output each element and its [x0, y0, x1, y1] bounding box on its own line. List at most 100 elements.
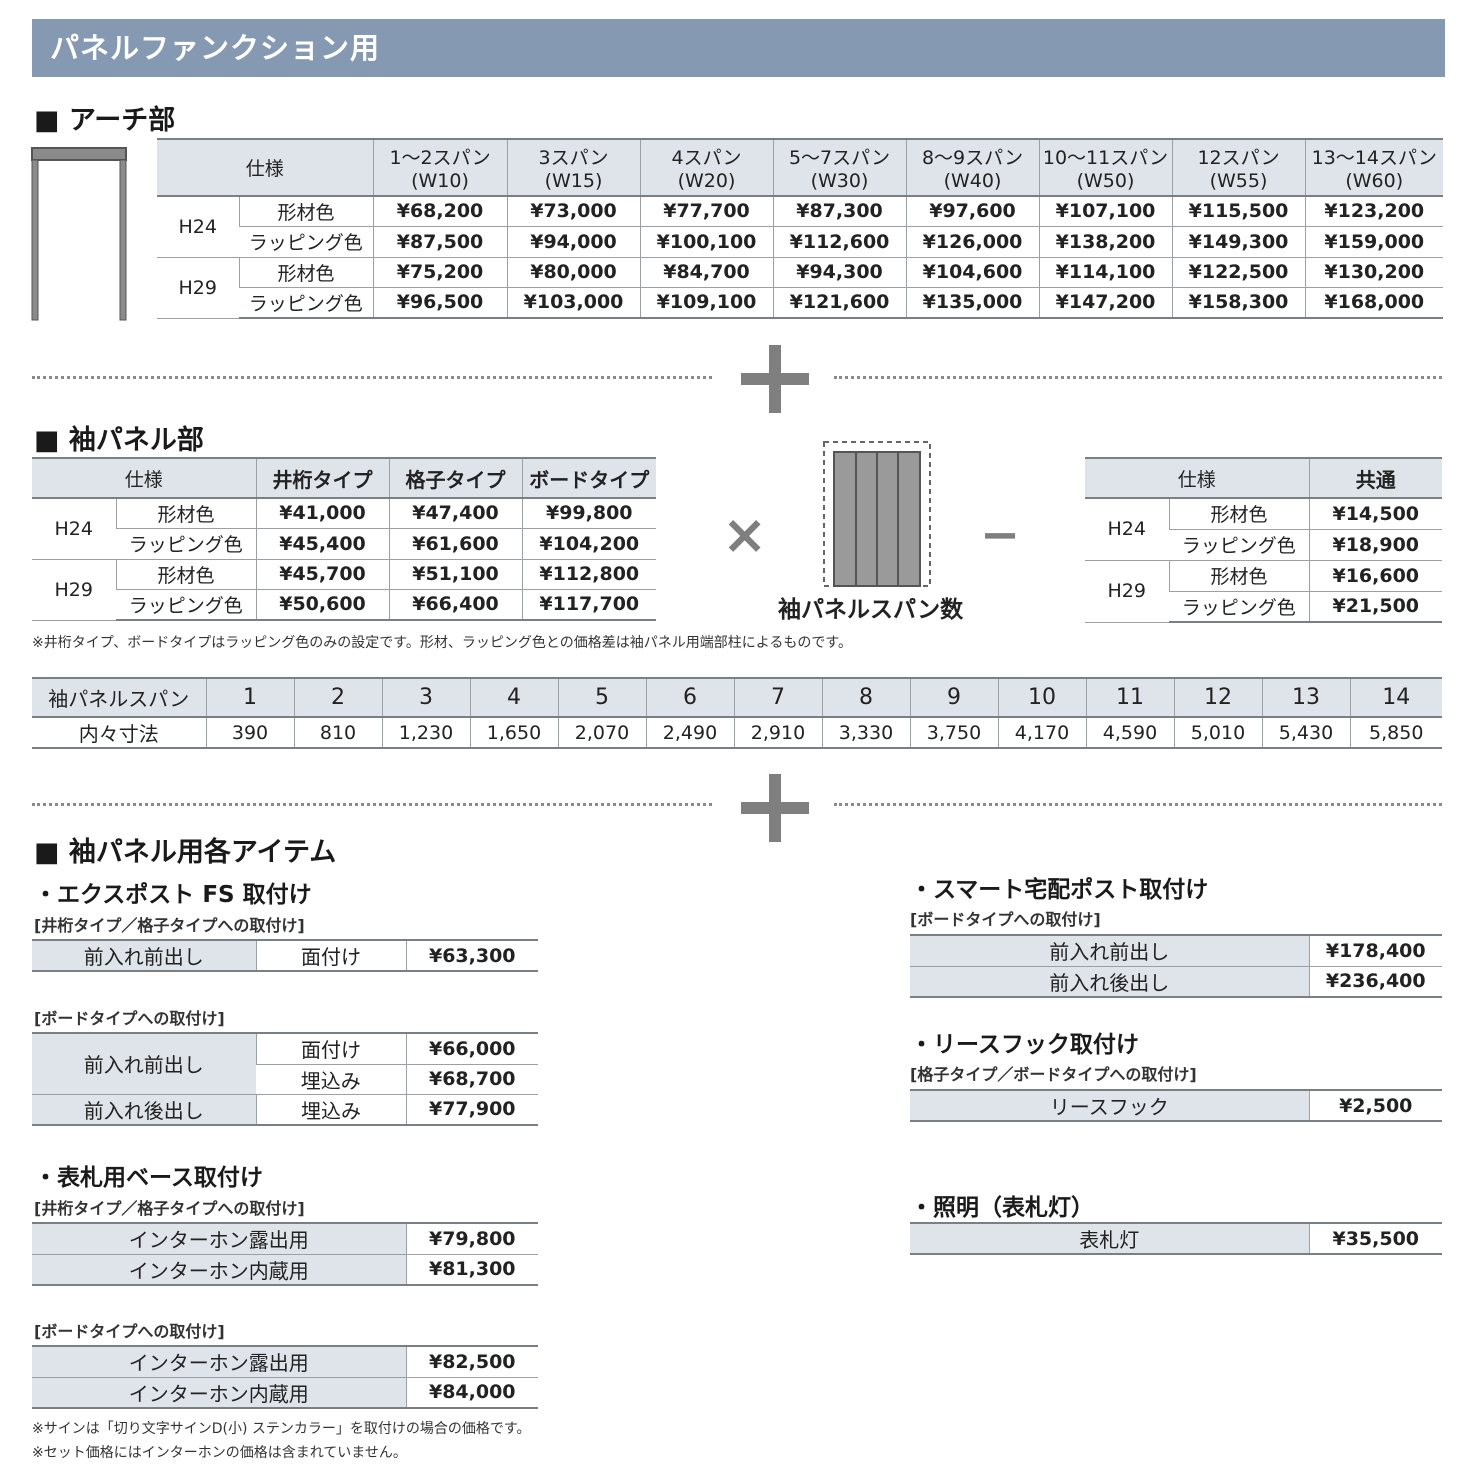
arch-price-cell: ¥96,500 — [372, 287, 508, 319]
sleeve-type-header: 井桁タイプ — [255, 457, 390, 499]
span-number: 1 — [205, 677, 294, 718]
arch-price-cell: ¥135,000 — [905, 287, 1040, 319]
common-color-cell: ラッピング色 — [1169, 529, 1310, 561]
span-number: 5 — [557, 677, 646, 718]
nameplate-type-cell: インターホン内蔵用 — [32, 1377, 406, 1409]
dotted-divider — [834, 803, 1442, 806]
expost-mount-cell: 面付け — [255, 939, 406, 972]
span-number: 7 — [733, 677, 822, 718]
nameplate-title: ・表札用ベース取付け — [34, 1165, 263, 1191]
sleeve-common-table: 仕様 共通 H24 形材色 ¥14,500 ラッピング色 ¥18,900 H29… — [1085, 457, 1443, 623]
span-number: 3 — [381, 677, 470, 718]
sleeve-price-cell: ¥61,600 — [388, 528, 523, 560]
arch-price-cell: ¥77,700 — [639, 196, 774, 227]
arch-span-header: 12スパン (W55) — [1171, 138, 1306, 197]
arch-price-cell: ¥121,600 — [772, 287, 907, 319]
expost-price-cell: ¥77,900 — [405, 1094, 538, 1126]
dotted-divider — [32, 803, 712, 806]
sleeve-price-cell: ¥104,200 — [521, 528, 657, 560]
common-height-cell: H29 — [1085, 560, 1169, 623]
expost-table-2: 前入れ前出し 面付け ¥66,000 埋込み ¥68,700 前入れ後出し 埋込… — [32, 1032, 538, 1126]
common-price-cell: ¥21,500 — [1308, 591, 1443, 623]
arch-price-cell: ¥97,600 — [905, 196, 1040, 227]
wreath-type-cell: リースフック — [910, 1089, 1309, 1122]
sleeve-price-cell: ¥99,800 — [521, 498, 657, 529]
common-price-cell: ¥18,900 — [1308, 529, 1443, 561]
span-number: 2 — [293, 677, 382, 718]
arch-span-header: 8〜9スパン (W40) — [905, 138, 1040, 197]
arch-price-cell: ¥75,200 — [372, 257, 508, 288]
span-number: 13 — [1261, 677, 1350, 718]
arch-span-header: 13〜14スパン (W60) — [1304, 138, 1444, 197]
sleeve-height-cell: H24 — [32, 498, 116, 560]
sleeve-price-cell: ¥47,400 — [388, 498, 523, 529]
arch-price-cell: ¥126,000 — [905, 226, 1040, 258]
nameplate-price-cell: ¥81,300 — [405, 1254, 538, 1286]
span-number: 4 — [469, 677, 558, 718]
sleeve-section-title: ■ 袖パネル部 — [34, 425, 204, 456]
dotted-divider — [32, 376, 712, 379]
expost-mount-cell: 面付け — [255, 1032, 406, 1065]
expost-price-cell: ¥63,300 — [405, 939, 538, 972]
common-header: 共通 — [1308, 457, 1443, 499]
arch-price-cell: ¥94,000 — [506, 226, 641, 258]
expost-title: ・エクスポスト FS 取付け — [34, 882, 312, 908]
nameplate-type-cell: インターホン内蔵用 — [32, 1254, 406, 1286]
sleeve-panel-diagram-icon — [823, 441, 931, 587]
smartpost-price-cell: ¥236,400 — [1308, 966, 1442, 998]
span-number: 9 — [909, 677, 998, 718]
inner-dimension-cell: 2,910 — [733, 717, 822, 749]
expost-type-cell: 前入れ後出し — [32, 1094, 256, 1126]
arch-price-cell: ¥159,000 — [1304, 226, 1444, 258]
span-number: 10 — [997, 677, 1086, 718]
sleeve-price-cell: ¥45,700 — [255, 559, 390, 590]
arch-price-cell: ¥104,600 — [905, 257, 1040, 288]
items-section-title: ■ 袖パネル用各アイテム — [34, 837, 337, 868]
arch-price-cell: ¥68,200 — [372, 196, 508, 227]
arch-price-cell: ¥87,300 — [772, 196, 907, 227]
arch-price-cell: ¥100,100 — [639, 226, 774, 258]
expost-mount-cell: 埋込み — [256, 1064, 406, 1095]
inner-dimension-cell: 5,430 — [1261, 717, 1350, 749]
sleeve-color-cell: ラッピング色 — [116, 589, 257, 621]
arch-span-header: 10〜11スパン (W50) — [1038, 138, 1173, 197]
sleeve-color-cell: 形材色 — [115, 498, 257, 529]
arch-price-cell: ¥80,000 — [506, 257, 641, 288]
smartpost-type-cell: 前入れ前出し — [910, 934, 1309, 967]
lighting-table: 表札灯 ¥35,500 — [910, 1222, 1442, 1255]
inner-dimension-cell: 3,330 — [821, 717, 910, 749]
arch-span-header: 5〜7スパン (W30) — [772, 138, 907, 197]
arch-price-cell: ¥112,600 — [772, 226, 907, 258]
inner-dimension-cell: 2,070 — [557, 717, 646, 749]
span-number: 14 — [1349, 677, 1442, 718]
smartpost-caption: [ボードタイプへの取付け] — [910, 910, 1101, 929]
inner-dimension-cell: 390 — [205, 717, 294, 749]
plus-icon — [741, 345, 809, 413]
nameplate-type-cell: インターホン露出用 — [32, 1222, 406, 1255]
lighting-type-cell: 表札灯 — [910, 1222, 1309, 1255]
inner-dimension-cell: 3,750 — [909, 717, 998, 749]
sleeve-price-cell: ¥51,100 — [388, 559, 523, 590]
arch-price-cell: ¥138,200 — [1038, 226, 1173, 258]
smartpost-table: 前入れ前出し ¥178,400 前入れ後出し ¥236,400 — [910, 934, 1442, 998]
inner-dimension-cell: 4,170 — [997, 717, 1086, 749]
nameplate-price-cell: ¥84,000 — [405, 1377, 538, 1409]
inner-dimension-cell: 1,230 — [381, 717, 470, 749]
nameplate-type-cell: インターホン露出用 — [32, 1345, 406, 1378]
smartpost-title: ・スマート宅配ポスト取付け — [910, 877, 1209, 903]
nameplate-note-2: ※セット価格にはインターホンの価格は含まれていません。 — [32, 1445, 407, 1461]
arch-price-cell: ¥123,200 — [1304, 196, 1444, 227]
arch-price-cell: ¥168,000 — [1304, 287, 1444, 319]
sleeve-price-cell: ¥41,000 — [255, 498, 390, 529]
inner-dimension-cell: 4,590 — [1085, 717, 1174, 749]
wreath-title: ・リースフック取付け — [910, 1032, 1139, 1058]
span-number: 11 — [1085, 677, 1174, 718]
arch-price-cell: ¥109,100 — [639, 287, 774, 319]
nameplate-note-1: ※サインは「切り文字サインD(小) ステンカラー」を取付けの場合の価格です。 — [32, 1421, 531, 1437]
arch-color-cell: 形材色 — [238, 257, 374, 288]
arch-span-header: 1〜2スパン (W10) — [372, 138, 508, 197]
inner-dimension-label: 内々寸法 — [32, 717, 206, 749]
arch-price-cell: ¥149,300 — [1171, 226, 1306, 258]
sleeve-price-cell: ¥45,400 — [255, 528, 390, 560]
arch-price-cell: ¥84,700 — [639, 257, 774, 288]
